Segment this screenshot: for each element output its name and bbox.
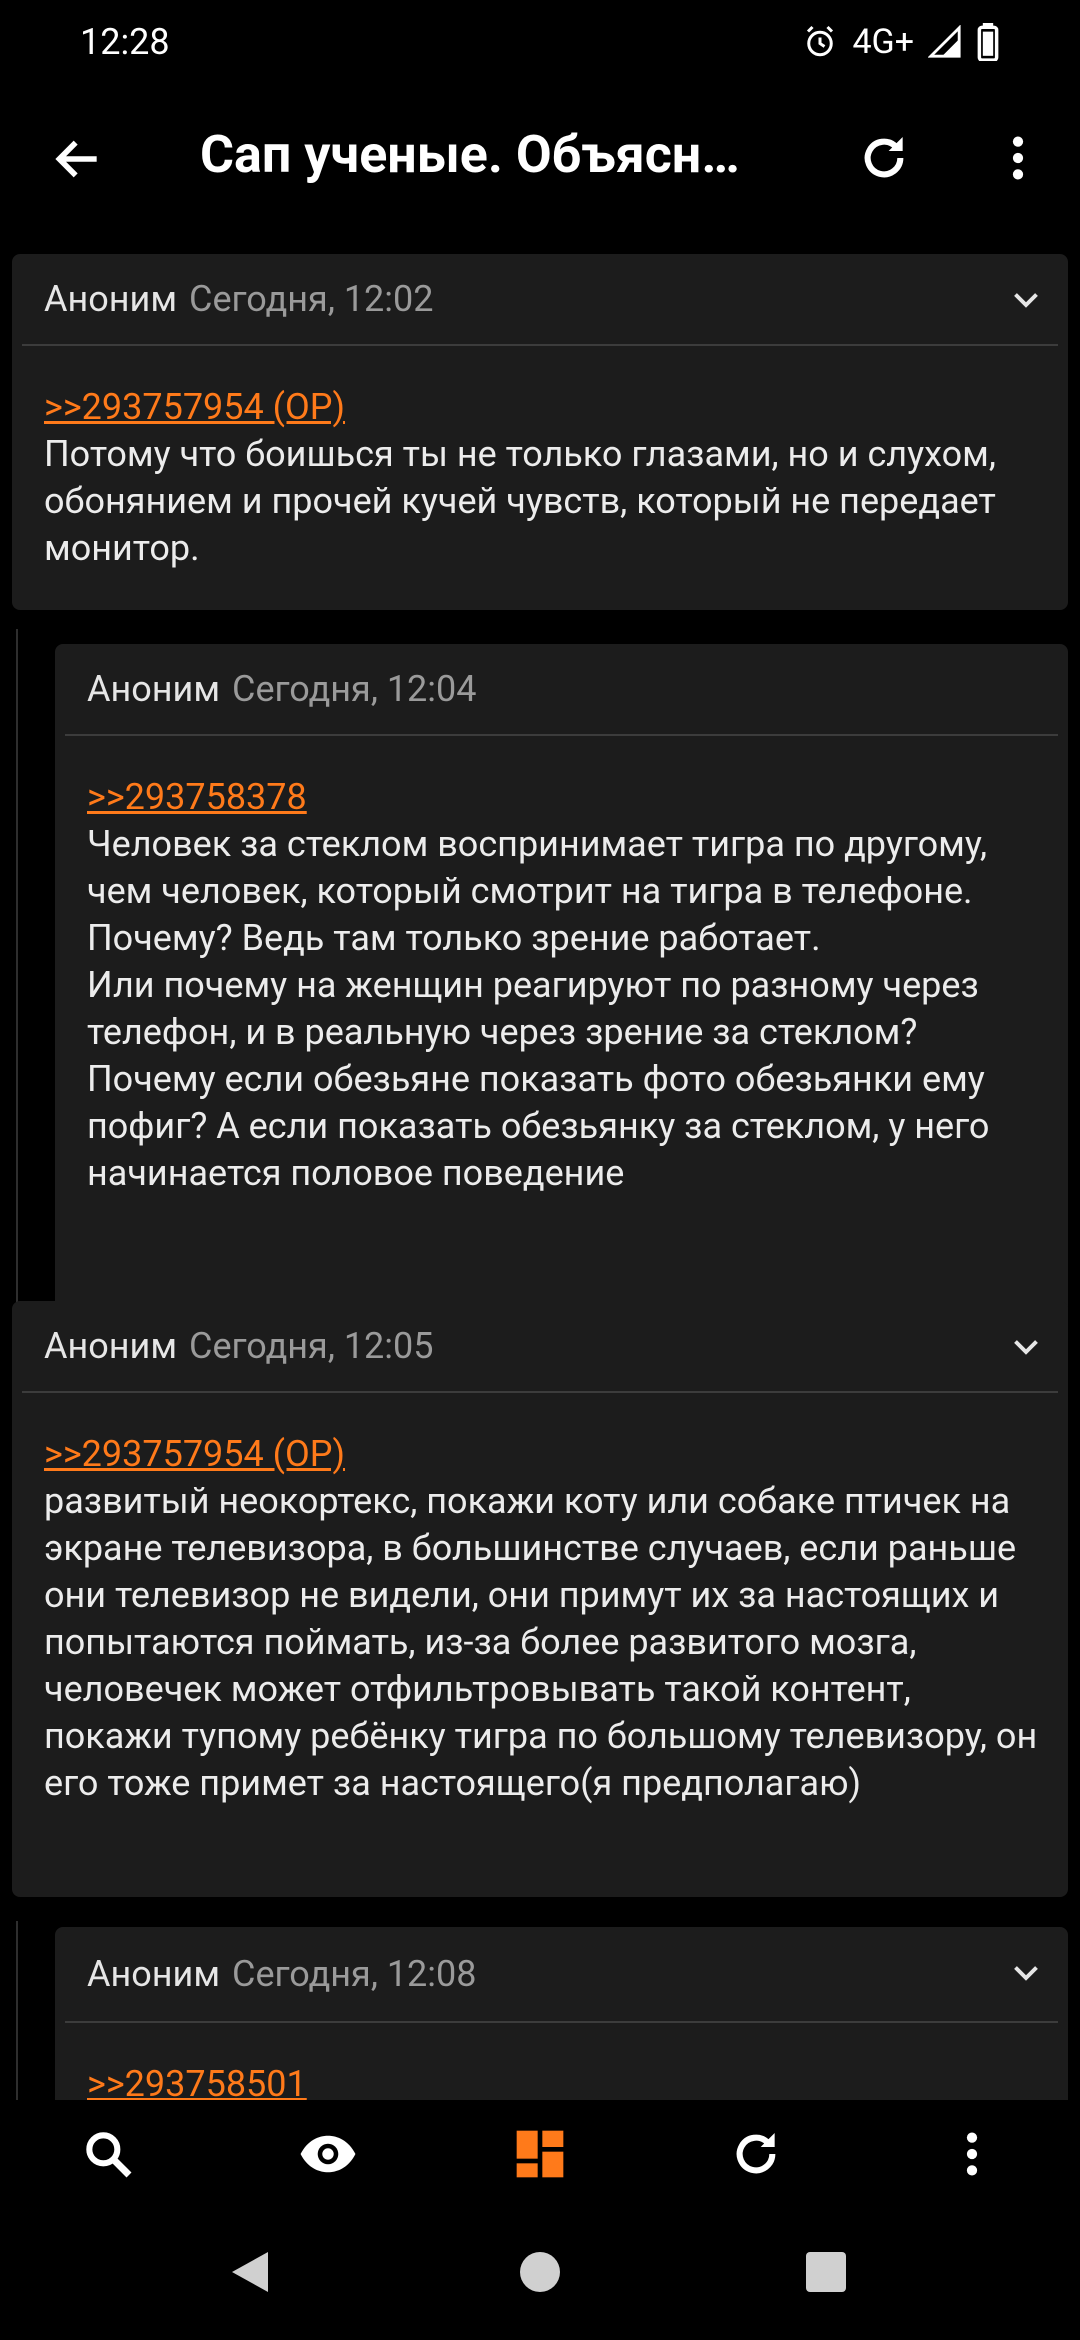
post-body: >>293758378 Человек за стеклом восприним… [55, 736, 1068, 1197]
home-circle-icon[interactable] [518, 2250, 562, 2298]
post-text: развитый неокортекс, покажи коту или соб… [44, 1480, 1038, 1804]
back-triangle-icon[interactable] [228, 2248, 272, 2300]
status-icons: 4G+ [802, 22, 1000, 62]
battery-icon [976, 23, 1000, 61]
network-type: 4G+ [852, 22, 914, 62]
alarm-icon [802, 24, 838, 60]
dashboard-icon[interactable] [512, 2126, 568, 2182]
post-date: Сегодня, 12:05 [189, 1325, 434, 1367]
chevron-down-icon[interactable] [1008, 281, 1044, 317]
status-time: 12:28 [80, 21, 170, 63]
chevron-down-icon[interactable] [1008, 1954, 1044, 1990]
recents-square-icon[interactable] [806, 2252, 846, 2296]
status-bar: 12:28 4G+ [0, 0, 1080, 84]
system-navigation [0, 2200, 1080, 2340]
post-card[interactable]: Аноним Сегодня, 12:02 >>293757954 (OP) П… [12, 254, 1068, 610]
post-body: >>293758501 [55, 2023, 1068, 2100]
refresh-icon[interactable] [728, 2126, 784, 2182]
post-card[interactable]: Аноним Сегодня, 12:05 >>293757954 (OP) р… [12, 1301, 1068, 1897]
reply-link[interactable]: >>293757954 (OP) [44, 1431, 1048, 1478]
thread-feed[interactable]: Аноним Сегодня, 12:02 >>293757954 (OP) П… [0, 234, 1080, 2100]
post-date: Сегодня, 12:08 [232, 1953, 477, 1995]
back-arrow-icon[interactable] [50, 131, 106, 187]
post-header: Аноним Сегодня, 12:04 [65, 644, 1058, 736]
reply-link[interactable]: >>293758501 [87, 2061, 1048, 2100]
more-vert-icon[interactable] [944, 2126, 1000, 2182]
thread-line [16, 1921, 18, 2100]
post-header: Аноним Сегодня, 12:02 [22, 254, 1058, 346]
post-text: Человек за стеклом воспринимает тигра по… [87, 823, 988, 959]
post-card[interactable]: Аноним Сегодня, 12:08 >>293758501 [55, 1927, 1068, 2100]
app-bar: Сап ученые. Объясн… [0, 84, 1080, 234]
refresh-icon[interactable] [856, 130, 912, 186]
more-vert-icon[interactable] [990, 130, 1046, 186]
post-date: Сегодня, 12:04 [232, 668, 477, 710]
reply-link[interactable]: >>293758378 [87, 774, 1048, 821]
post-date: Сегодня, 12:02 [189, 278, 434, 320]
reply-link[interactable]: >>293757954 (OP) [44, 384, 1048, 431]
post-header: Аноним Сегодня, 12:08 [65, 1927, 1058, 2023]
signal-icon [928, 25, 962, 59]
post-body: >>293757954 (OP) Потому что боишься ты н… [12, 346, 1068, 572]
post-header: Аноним Сегодня, 12:05 [22, 1301, 1058, 1393]
chevron-down-icon[interactable] [1008, 1328, 1044, 1364]
thread-title: Сап ученые. Объясн… [200, 124, 740, 185]
eye-icon[interactable] [296, 2126, 360, 2182]
bottom-navigation [0, 2100, 1080, 2200]
post-author: Аноним [44, 278, 178, 320]
post-author: Аноним [44, 1325, 178, 1367]
search-icon[interactable] [80, 2126, 136, 2182]
post-text: Потому что боишься ты не только глазами,… [44, 433, 996, 569]
post-text: Или почему на женщин реагируют по разном… [87, 964, 990, 1194]
post-body: >>293757954 (OP) развитый неокортекс, по… [12, 1393, 1068, 1807]
post-author: Аноним [87, 1953, 221, 1995]
post-author: Аноним [87, 668, 221, 710]
